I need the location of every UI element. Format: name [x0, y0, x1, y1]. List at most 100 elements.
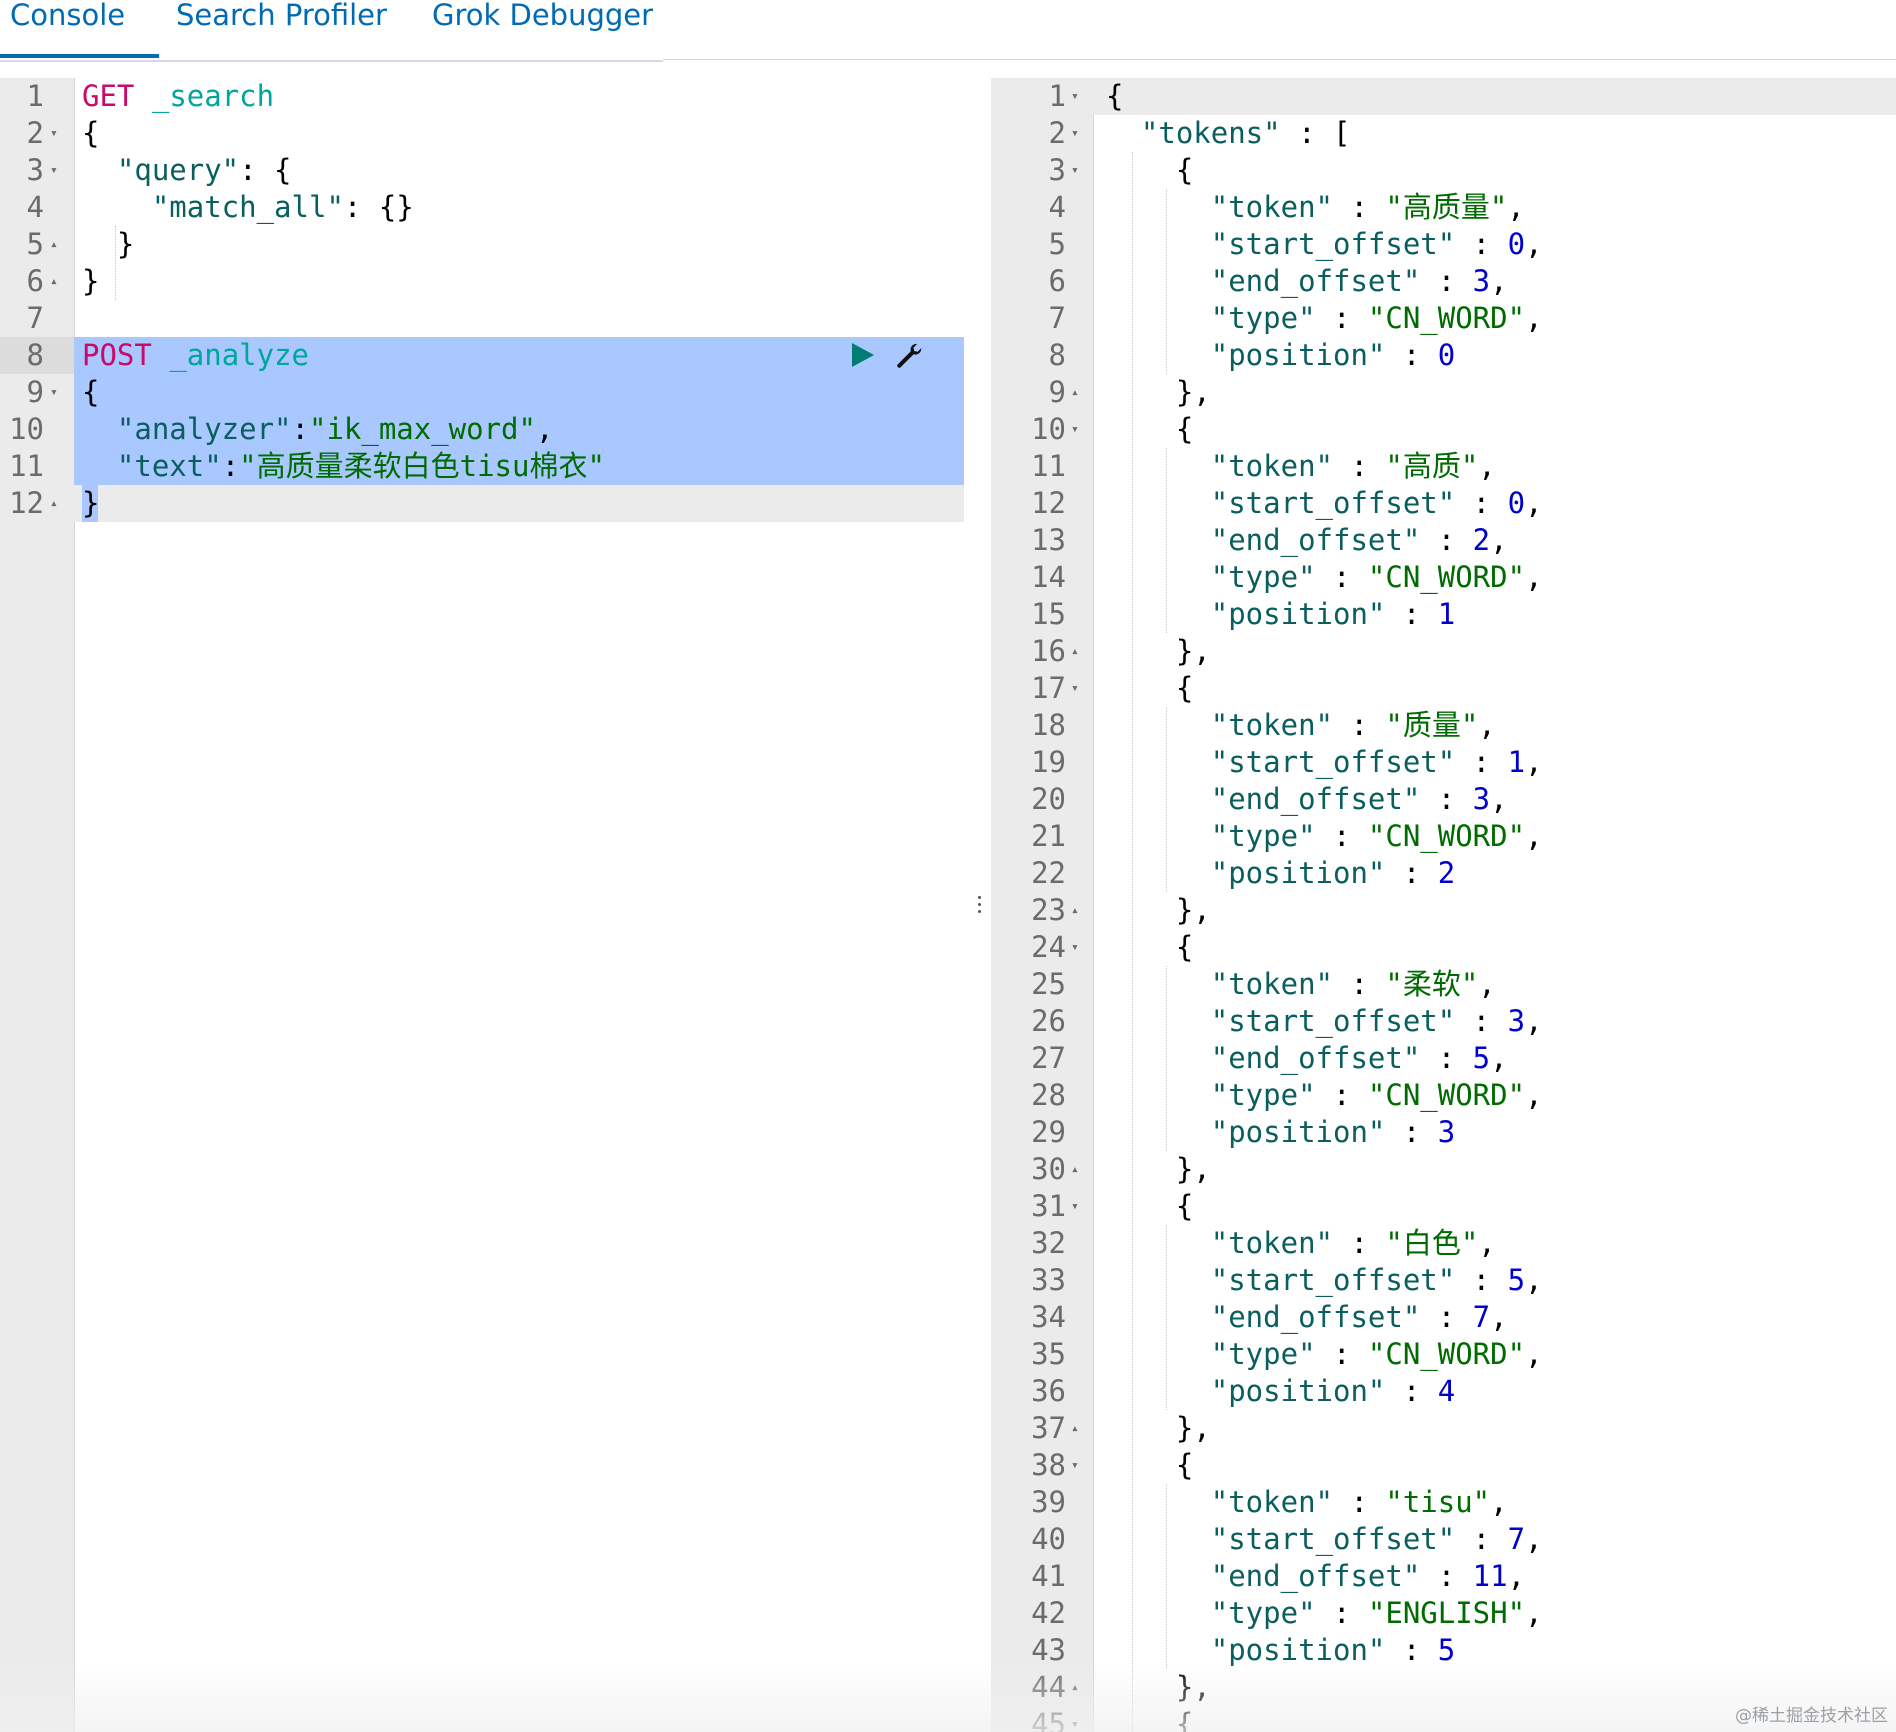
code-line[interactable]: 5 ▴ } [0, 226, 964, 263]
code-line[interactable]: 10 ▾ { [991, 411, 1896, 448]
code-line[interactable]: 24 ▾ { [991, 929, 1896, 966]
code-line[interactable]: 2 ▾ { [0, 115, 964, 152]
code-token: , [1490, 264, 1508, 298]
code-token: { [1106, 79, 1124, 113]
code-line[interactable]: 37 ▴ }, [991, 1410, 1896, 1447]
code-line[interactable]: 9 ▴ }, [991, 374, 1896, 411]
code-line[interactable]: 2 ▾ "tokens" : [ [991, 115, 1896, 152]
code-line[interactable]: 32 "token" : "白色", [991, 1225, 1896, 1262]
code-text: } [82, 485, 99, 522]
code-line[interactable]: 8 "position" : 0 [991, 337, 1896, 374]
code-line[interactable]: 1 ▾ { [991, 78, 1896, 115]
code-line[interactable]: 26 "start_offset" : 3, [991, 1003, 1896, 1040]
fold-toggle-icon[interactable]: ▴ [1071, 374, 1079, 411]
code-line[interactable]: 29 "position" : 3 [991, 1114, 1896, 1151]
line-number: 24 [1031, 930, 1066, 964]
code-line[interactable]: 7 [0, 300, 964, 337]
code-line[interactable]: 4 "token" : "高质量", [991, 189, 1896, 226]
code-line[interactable]: 18 "token" : "质量", [991, 707, 1896, 744]
code-line[interactable]: 12 "start_offset" : 0, [991, 485, 1896, 522]
code-line[interactable]: 43 "position" : 5 [991, 1632, 1896, 1669]
code-line[interactable]: 40 "start_offset" : 7, [991, 1521, 1896, 1558]
play-icon[interactable] [852, 343, 874, 367]
code-line[interactable]: 11 "token" : "高质", [991, 448, 1896, 485]
fold-toggle-icon[interactable]: ▴ [1071, 1410, 1079, 1447]
code-line[interactable]: 11 "text":"高质量柔软白色tisu棉衣" [0, 448, 964, 485]
code-line[interactable]: 42 "type" : "ENGLISH", [991, 1595, 1896, 1632]
code-line[interactable]: 27 "end_offset" : 5, [991, 1040, 1896, 1077]
fold-toggle-icon[interactable]: ▾ [50, 152, 58, 189]
fold-toggle-icon[interactable]: ▾ [1071, 1706, 1079, 1732]
fold-toggle-icon[interactable]: ▾ [1071, 411, 1079, 448]
wrench-icon[interactable] [895, 342, 925, 372]
code-line[interactable]: 36 "position" : 4 [991, 1373, 1896, 1410]
code-line[interactable]: 25 "token" : "柔软", [991, 966, 1896, 1003]
fold-toggle-icon[interactable]: ▾ [1071, 115, 1079, 152]
code-line[interactable]: 20 "end_offset" : 3, [991, 781, 1896, 818]
code-line[interactable]: 6 "end_offset" : 3, [991, 263, 1896, 300]
code-line[interactable]: 21 "type" : "CN_WORD", [991, 818, 1896, 855]
fold-toggle-icon[interactable]: ▾ [1071, 152, 1079, 189]
fold-toggle-icon[interactable]: ▴ [50, 263, 58, 300]
code-text: "end_offset" : 7, [1106, 1299, 1508, 1336]
code-line[interactable]: 14 "type" : "CN_WORD", [991, 559, 1896, 596]
code-line[interactable]: 39 "token" : "tisu", [991, 1484, 1896, 1521]
code-text: "token" : "高质", [1106, 448, 1496, 485]
code-line[interactable]: 33 "start_offset" : 5, [991, 1262, 1896, 1299]
code-line[interactable]: 15 "position" : 1 [991, 596, 1896, 633]
code-line[interactable]: 17 ▾ { [991, 670, 1896, 707]
code-token: 7 [1472, 1300, 1491, 1334]
code-line[interactable]: 31 ▾ { [991, 1188, 1896, 1225]
fold-toggle-icon[interactable]: ▴ [1071, 892, 1079, 929]
code-line[interactable]: 23 ▴ }, [991, 892, 1896, 929]
fold-toggle-icon[interactable]: ▴ [1071, 633, 1079, 670]
code-token: 0 [1507, 486, 1526, 520]
tab-console[interactable]: Console [0, 0, 160, 58]
code-line[interactable]: 35 "type" : "CN_WORD", [991, 1336, 1896, 1373]
code-line[interactable]: 30 ▴ }, [991, 1151, 1896, 1188]
fold-toggle-icon[interactable]: ▾ [1071, 929, 1079, 966]
code-line[interactable]: 6 ▴} [0, 263, 964, 300]
request-editor[interactable]: 1 GET _search 2 ▾{3 ▾ "query": {4 "match_all… [0, 78, 964, 1732]
code-token: "analyzer" [116, 412, 292, 446]
fold-toggle-icon[interactable]: ▾ [1071, 1447, 1079, 1484]
code-line[interactable]: 13 "end_offset" : 2, [991, 522, 1896, 559]
fold-toggle-icon[interactable]: ▴ [1071, 1151, 1079, 1188]
code-line[interactable]: 9 ▾ { [0, 374, 964, 411]
fold-toggle-icon[interactable]: ▾ [1071, 78, 1079, 115]
code-token: 4 [1437, 1374, 1456, 1408]
fold-toggle-icon[interactable]: ▾ [50, 115, 58, 152]
code-line[interactable]: 34 "end_offset" : 7, [991, 1299, 1896, 1336]
code-line[interactable]: 3 ▾ { [991, 152, 1896, 189]
response-viewer[interactable]: 1 ▾{2 ▾ "tokens" : [3 ▾ {4 "token" : "高质量",… [991, 78, 1896, 1732]
code-line[interactable]: 5 "start_offset" : 0, [991, 226, 1896, 263]
code-line[interactable]: 3 ▾ "query": { [0, 152, 964, 189]
code-line[interactable]: 22 "position" : 2 [991, 855, 1896, 892]
code-line[interactable]: 12 ▴} [0, 485, 964, 522]
fold-toggle-icon[interactable]: ▴ [50, 485, 58, 522]
tab-grok-debugger[interactable]: Grok Debugger [432, 0, 653, 58]
code-line[interactable]: 19 "start_offset" : 1, [991, 744, 1896, 781]
code-line[interactable]: 38 ▾ { [991, 1447, 1896, 1484]
line-number: 20 [1031, 782, 1066, 816]
code-line[interactable]: 4 "match_all": {} [0, 189, 964, 226]
pane-resize-handle[interactable] [976, 892, 982, 922]
code-line[interactable]: 10 "analyzer":"ik_max_word", [0, 411, 964, 448]
code-token: "token" [1210, 708, 1333, 742]
code-line[interactable]: 8 POST _analyze [0, 337, 964, 374]
fold-toggle-icon[interactable]: ▾ [1071, 1188, 1079, 1225]
code-line[interactable]: 1 GET _search [0, 78, 964, 115]
code-token: : [1315, 819, 1368, 853]
code-line[interactable]: 7 "type" : "CN_WORD", [991, 300, 1896, 337]
fold-toggle-icon[interactable]: ▾ [1071, 670, 1079, 707]
code-line[interactable]: 16 ▴ }, [991, 633, 1896, 670]
fold-toggle-icon[interactable]: ▴ [50, 226, 58, 263]
fold-toggle-icon[interactable]: ▴ [1071, 1669, 1079, 1706]
code-line[interactable]: 28 "type" : "CN_WORD", [991, 1077, 1896, 1114]
fold-toggle-icon[interactable]: ▾ [50, 374, 58, 411]
tab-search-profiler[interactable]: Search Profiler [176, 0, 387, 58]
code-line[interactable]: 41 "end_offset" : 11, [991, 1558, 1896, 1595]
